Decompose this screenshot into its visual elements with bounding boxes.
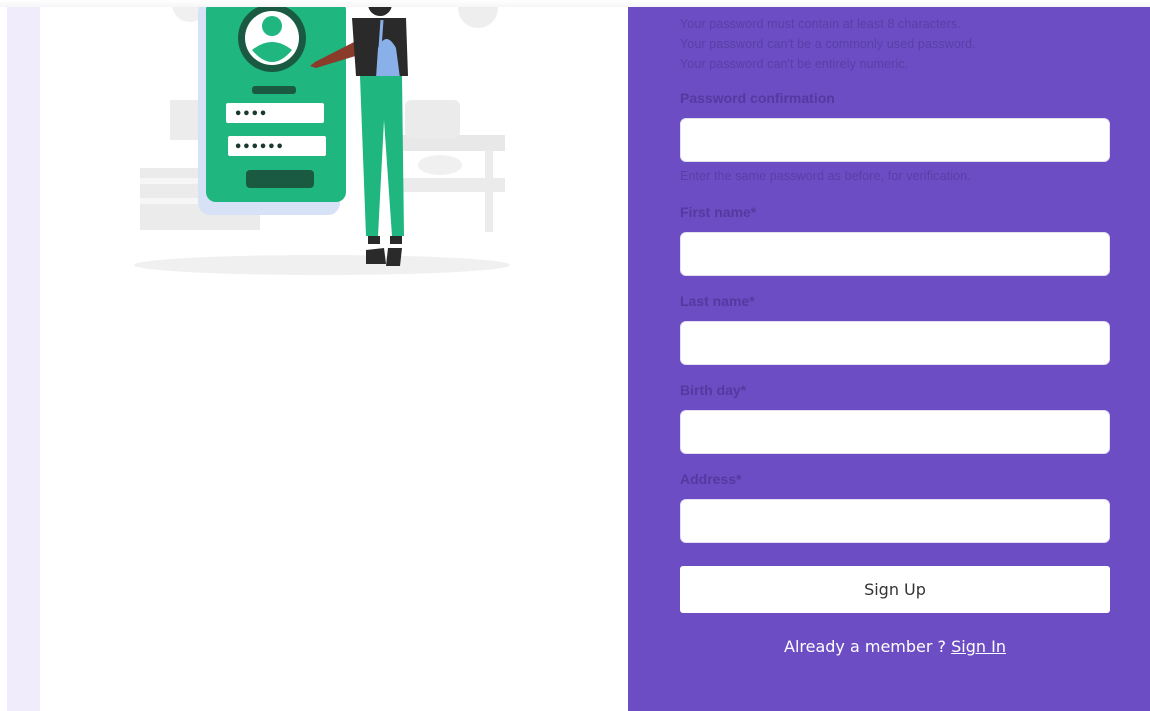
password-help-item: Your password must contain at least 8 ch… (680, 17, 961, 31)
already-member-text: Already a member ? (784, 637, 947, 656)
phone-button (246, 170, 314, 188)
first-name-label: First name* (680, 204, 757, 220)
signup-illustration: •••• •••••• (134, 0, 510, 275)
password-dots: •••••• (234, 140, 284, 155)
password-help-list: Your password must contain at least 8 ch… (680, 14, 976, 74)
left-lavender-strip (7, 7, 40, 711)
birth-day-input[interactable] (680, 410, 1110, 454)
top-edge-shadow (0, 0, 1150, 7)
last-name-label: Last name* (680, 293, 755, 309)
password-help-item: Your password can't be a commonly used p… (680, 37, 976, 51)
address-label: Address* (680, 471, 742, 487)
sign-in-link[interactable]: Sign In (951, 637, 1006, 656)
person-shoes (366, 248, 386, 264)
last-name-input[interactable] (680, 321, 1110, 365)
password-confirmation-input[interactable] (680, 118, 1110, 162)
birth-day-label: Birth day* (680, 382, 747, 398)
password-help-item: Your password can't be entirely numeric. (680, 57, 909, 71)
password-confirmation-help: Enter the same password as before, for v… (680, 169, 971, 183)
password-confirmation-label: Password confirmation (680, 90, 835, 106)
pin-dots: •••• (234, 107, 267, 122)
floor-shadow (134, 255, 510, 275)
address-input[interactable] (680, 499, 1110, 543)
sign-up-button[interactable]: Sign Up (680, 566, 1110, 613)
person-pants (360, 76, 404, 236)
already-member-line: Already a member ? Sign In (680, 637, 1110, 656)
first-name-input[interactable] (680, 232, 1110, 276)
